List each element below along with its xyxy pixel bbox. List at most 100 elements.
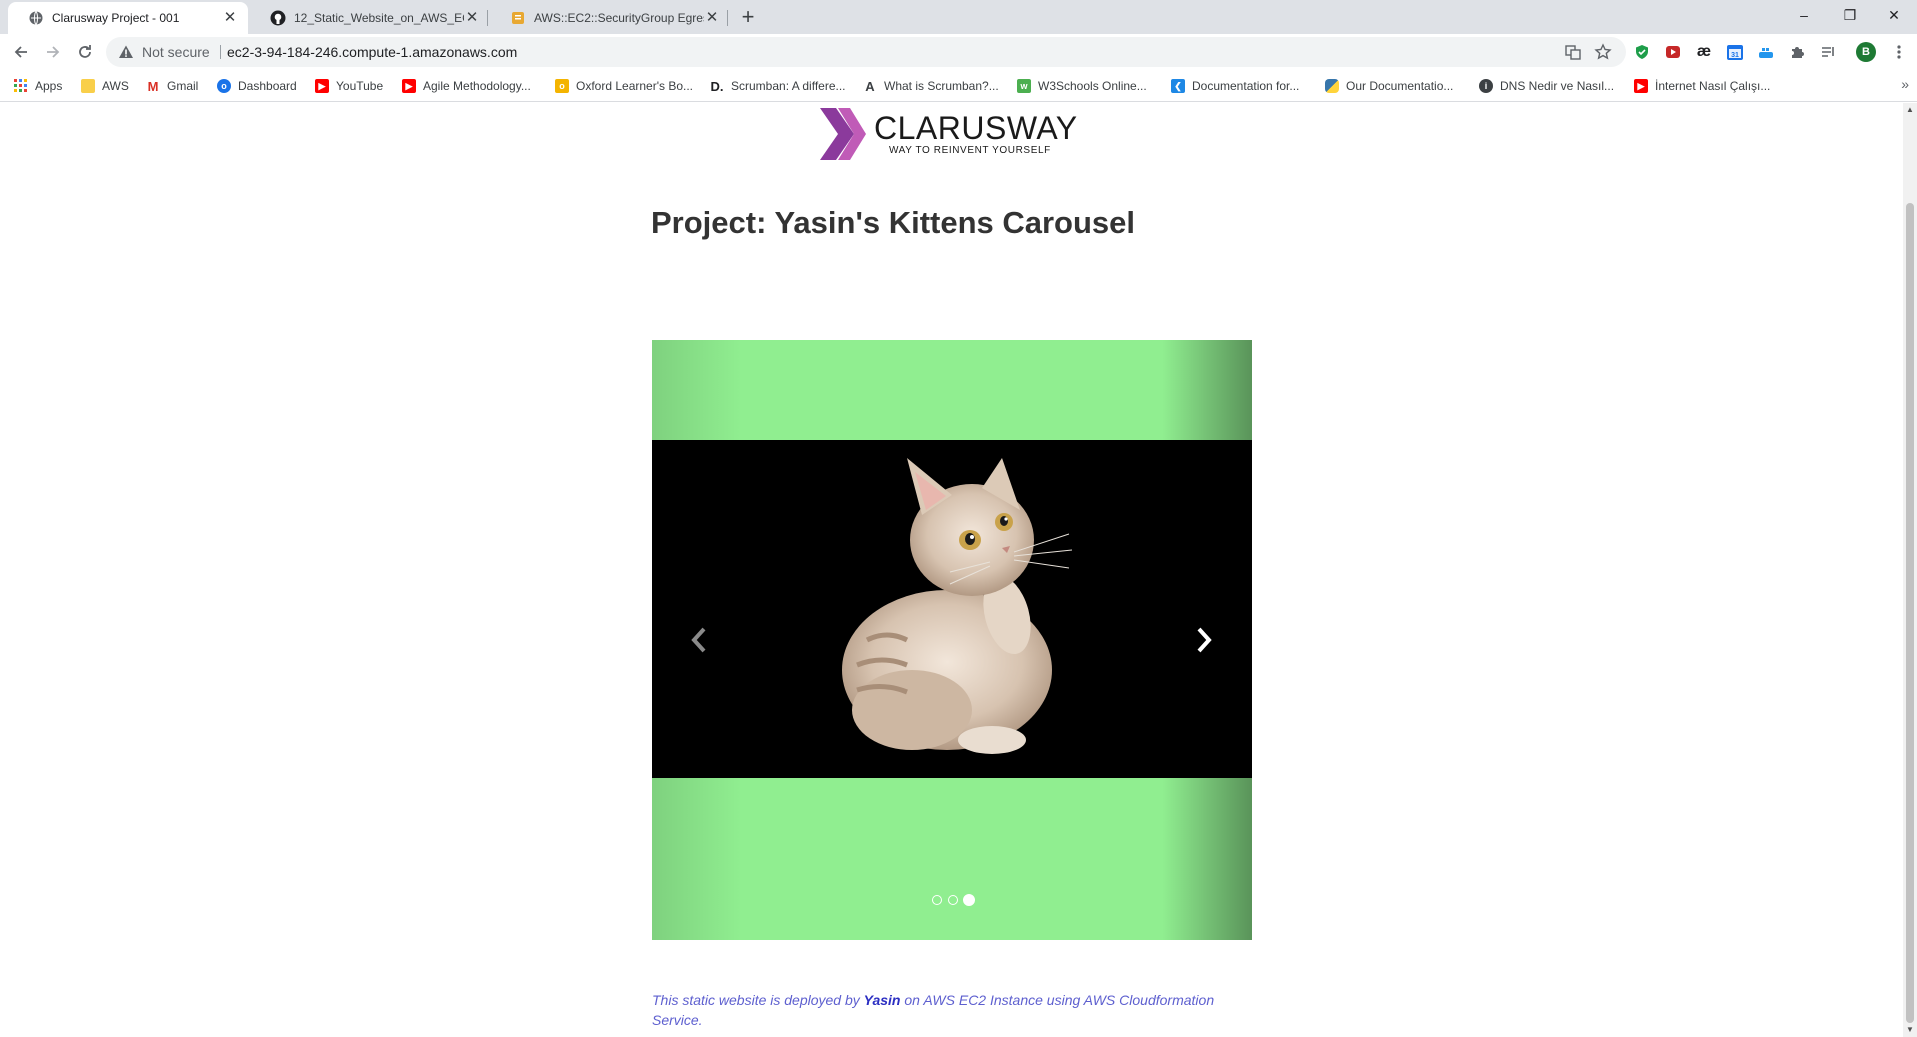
- bookmark-what-is-scrumban[interactable]: A What is Scrumban?...: [863, 77, 999, 95]
- gmail-icon: M: [147, 78, 159, 94]
- chevron-logo-icon: [820, 108, 866, 160]
- omnibox-divider: [220, 45, 221, 59]
- logo-tagline: WAY TO REINVENT YOURSELF: [889, 145, 1051, 156]
- bookmark-label: YouTube: [336, 79, 384, 93]
- tab-divider: [727, 10, 728, 26]
- address-bar[interactable]: Not secure ec2-3-94-184-246.compute-1.am…: [106, 37, 1626, 67]
- bookmark-label: AWS: [102, 79, 129, 93]
- page-scrollbar[interactable]: ▲ ▼: [1903, 103, 1917, 1037]
- tab-title: Clarusway Project - 001: [52, 11, 180, 25]
- tab-divider: [487, 10, 488, 26]
- browser-toolbar: Not secure ec2-3-94-184-246.compute-1.am…: [0, 34, 1917, 70]
- web-page: CLARUSWAY WAY TO REINVENT YOURSELF Proje…: [0, 103, 1903, 1037]
- tab-github-repo[interactable]: 12_Static_Website_on_AWS_EC2_ ✕: [250, 2, 490, 34]
- chevron-left-icon: [691, 627, 706, 653]
- vscode-icon: ❮: [1171, 79, 1185, 93]
- arrow-right-icon: [47, 46, 60, 58]
- new-tab-button[interactable]: +: [736, 6, 760, 30]
- chevron-right-icon: [1197, 627, 1212, 653]
- calendar-extension-icon[interactable]: 31: [1726, 43, 1744, 61]
- warning-icon[interactable]: [118, 44, 134, 60]
- bookmark-internet[interactable]: ▶ İnternet Nasıl Çalışı...: [1634, 77, 1770, 95]
- bookmark-label: Scrumban: A differe...: [731, 79, 846, 93]
- scroll-down-icon[interactable]: ▼: [1906, 1026, 1914, 1034]
- arrow-left-icon: [14, 46, 27, 58]
- bookmarks-overflow-icon[interactable]: »: [1901, 76, 1909, 92]
- minimize-button[interactable]: –: [1781, 0, 1827, 30]
- tab-close-icon[interactable]: ✕: [704, 10, 720, 26]
- bookmark-dns[interactable]: i DNS Nedir ve Nasıl...: [1479, 77, 1614, 95]
- ae-extension-icon[interactable]: æ: [1695, 43, 1713, 61]
- reading-list-icon[interactable]: [1819, 43, 1837, 61]
- carousel-indicator-3[interactable]: [963, 894, 975, 906]
- bookmark-label: DNS Nedir ve Nasıl...: [1500, 79, 1615, 93]
- bookmark-label: Our Documentatio...: [1346, 79, 1454, 93]
- carousel-indicator-2[interactable]: [948, 895, 958, 905]
- aws-docs-icon: [512, 12, 524, 24]
- scrollbar-thumb[interactable]: [1906, 203, 1914, 1023]
- close-window-button[interactable]: ✕: [1871, 0, 1917, 30]
- author-name: Yasin: [863, 992, 901, 1008]
- bookmark-our-documentation[interactable]: Our Documentatio...: [1325, 77, 1453, 95]
- youtube-icon: ▶: [315, 79, 329, 93]
- scroll-up-icon[interactable]: ▲: [1906, 106, 1914, 114]
- bookmark-label: What is Scrumban?...: [884, 79, 999, 93]
- d-icon: D.: [710, 78, 724, 94]
- carousel-indicator-1[interactable]: [932, 895, 942, 905]
- python-icon: [1325, 79, 1339, 93]
- bookmark-agile[interactable]: ▶ Agile Methodology...: [402, 77, 531, 95]
- menu-kebab-icon[interactable]: [1890, 43, 1908, 61]
- w3schools-icon: w: [1017, 79, 1031, 93]
- bookmark-label: W3Schools Online...: [1038, 79, 1147, 93]
- bookmark-w3schools[interactable]: w W3Schools Online...: [1017, 77, 1147, 95]
- bookmarks-bar: Apps AWS M Gmail o Dashboard ▶ YouTube ▶…: [0, 70, 1917, 102]
- profile-avatar[interactable]: B: [1856, 42, 1876, 62]
- reload-button[interactable]: [71, 38, 99, 66]
- url-text[interactable]: ec2-3-94-184-246.compute-1.amazonaws.com: [227, 44, 517, 60]
- carousel-prev-button[interactable]: [679, 620, 719, 660]
- info-icon: i: [1479, 79, 1493, 93]
- bookmark-label: İnternet Nasıl Çalışı...: [1655, 79, 1771, 93]
- bookmark-apps[interactable]: Apps: [14, 77, 62, 95]
- tab-clarusway-project[interactable]: Clarusway Project - 001 ✕: [8, 2, 248, 34]
- carousel-next-button[interactable]: [1184, 620, 1224, 660]
- kittens-carousel[interactable]: [652, 340, 1252, 940]
- apps-grid-icon: [14, 79, 28, 93]
- bookmark-gmail[interactable]: M Gmail: [146, 77, 199, 95]
- logo-wordmark: CLARUSWAY: [874, 110, 1078, 146]
- dashboard-icon: o: [217, 79, 231, 93]
- deployment-note: This static website is deployed by Yasin…: [652, 990, 1252, 1030]
- bookmark-oxford[interactable]: o Oxford Learner's Bo...: [555, 77, 693, 95]
- a-icon: A: [865, 78, 875, 94]
- docker-extension-icon[interactable]: [1757, 43, 1775, 61]
- star-icon[interactable]: [1594, 43, 1612, 61]
- shield-extension-icon[interactable]: [1633, 43, 1651, 61]
- tab-aws-docs[interactable]: AWS::EC2::SecurityGroup Egress ✕: [490, 2, 730, 34]
- github-icon: [270, 10, 286, 26]
- bookmark-dashboard[interactable]: o Dashboard: [217, 77, 297, 95]
- clarusway-logo: CLARUSWAY WAY TO REINVENT YOURSELF: [818, 104, 1088, 162]
- tab-close-icon[interactable]: ✕: [464, 10, 480, 26]
- deployment-note-before: This static website is deployed by: [652, 992, 864, 1008]
- profile-initial: B: [1862, 46, 1870, 58]
- svg-text:31: 31: [1731, 52, 1739, 59]
- puzzle-icon[interactable]: [1788, 43, 1806, 61]
- bookmark-aws[interactable]: AWS: [81, 77, 129, 95]
- folder-icon: [81, 79, 95, 93]
- bookmark-label: Dashboard: [238, 79, 297, 93]
- bookmark-scrumban[interactable]: D. Scrumban: A differe...: [710, 77, 846, 95]
- bookmark-documentation[interactable]: ❮ Documentation for...: [1171, 77, 1299, 95]
- restore-button[interactable]: ❐: [1827, 0, 1873, 30]
- oxford-icon: o: [555, 79, 569, 93]
- tab-close-icon[interactable]: ✕: [222, 10, 238, 26]
- tab-title: AWS::EC2::SecurityGroup Egress: [534, 11, 704, 25]
- back-button[interactable]: [7, 38, 35, 66]
- video-extension-icon[interactable]: [1664, 43, 1682, 61]
- forward-button[interactable]: [39, 38, 67, 66]
- youtube-icon: ▶: [1634, 79, 1648, 93]
- bookmark-label: Gmail: [167, 79, 199, 93]
- bookmark-label: Agile Methodology...: [423, 79, 531, 93]
- translate-icon[interactable]: [1564, 43, 1582, 61]
- bookmark-youtube[interactable]: ▶ YouTube: [315, 77, 383, 95]
- security-status[interactable]: Not secure: [142, 44, 210, 60]
